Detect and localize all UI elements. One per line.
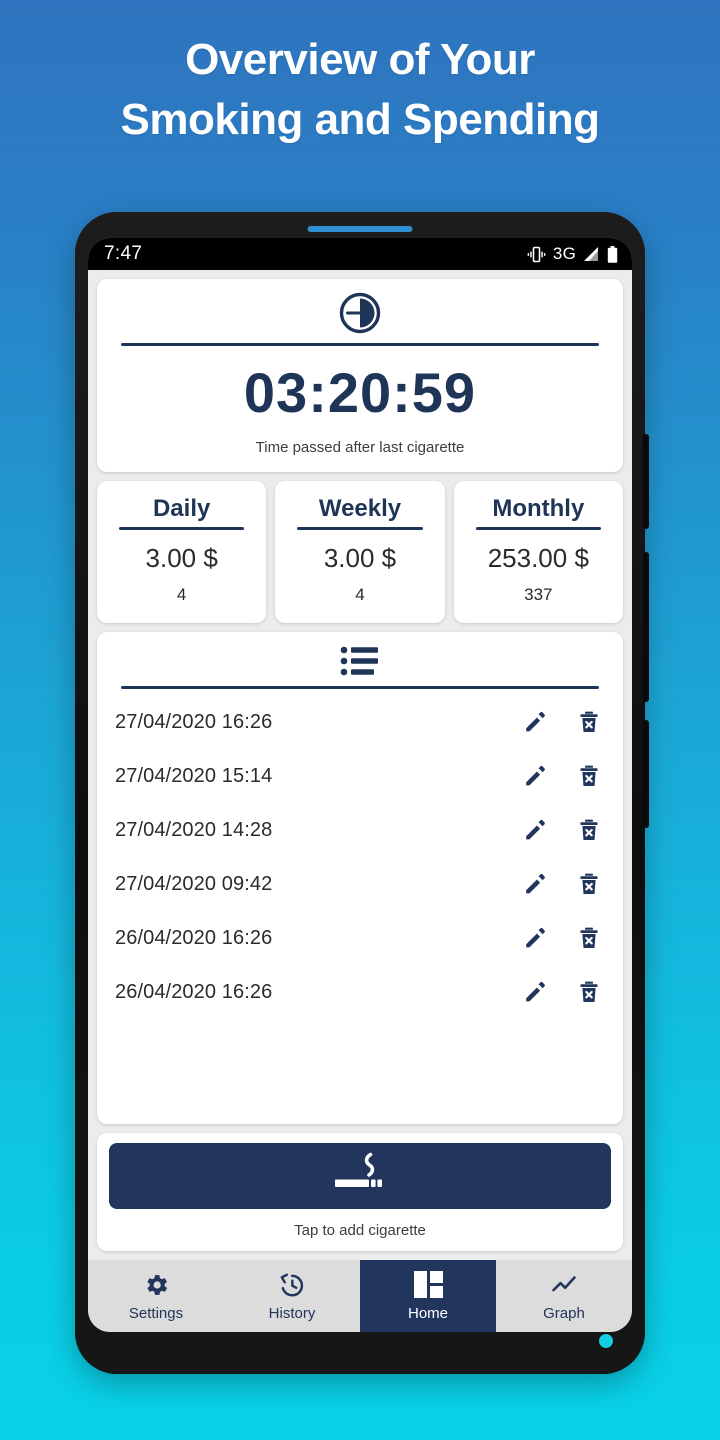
status-bar-indicators: 3G — [527, 244, 618, 264]
stat-amount-monthly: 253.00 $ — [487, 543, 589, 574]
nav-label-home: Home — [407, 1304, 448, 1322]
clock-elapsed-icon — [339, 292, 381, 334]
pencil-icon[interactable] — [523, 818, 547, 842]
timer-card: 03:20:59 Time passed after last cigarett… — [97, 279, 623, 472]
add-cigarette-caption: Tap to add cigarette — [294, 1222, 426, 1239]
list-item[interactable]: 27/04/2020 15:14 — [115, 749, 605, 803]
stat-amount-weekly: 3.00 $ — [323, 543, 397, 574]
trash-x-icon[interactable] — [577, 872, 601, 896]
side-button-power[interactable] — [643, 720, 649, 828]
trash-x-icon[interactable] — [577, 710, 601, 734]
entry-datetime: 27/04/2020 15:14 — [115, 764, 273, 787]
add-cigarette-card: Tap to add cigarette — [97, 1133, 623, 1251]
entry-actions — [523, 872, 605, 896]
entry-actions — [523, 710, 605, 734]
vibrate-icon — [527, 246, 546, 262]
list-icon-row — [115, 644, 605, 686]
stat-divider-daily — [119, 527, 245, 531]
signal-bars-icon — [584, 246, 598, 261]
bulleted-list-icon — [340, 647, 378, 676]
list-item[interactable]: 27/04/2020 16:26 — [115, 695, 605, 749]
phone-screen: 7:47 3G 03:20:59 Time passed after last … — [88, 238, 632, 1332]
stat-card-daily[interactable]: Daily 3.00 $ 4 — [97, 480, 267, 624]
stat-count-weekly: 4 — [355, 585, 365, 605]
cigarette-icon — [335, 1152, 382, 1187]
add-cigarette-button[interactable] — [109, 1143, 611, 1209]
gear-icon — [142, 1271, 170, 1299]
trend-line-icon — [550, 1271, 578, 1299]
page-title: Overview of Your Smoking and Spending — [0, 30, 720, 150]
stat-card-weekly[interactable]: Weekly 3.00 $ 4 — [275, 480, 445, 624]
list-item[interactable]: 26/04/2020 16:26 — [115, 965, 605, 1019]
page-title-line-2: Smoking and Spending — [120, 95, 600, 144]
pencil-icon[interactable] — [523, 872, 547, 896]
trash-x-icon[interactable] — [577, 764, 601, 788]
trash-x-icon[interactable] — [577, 926, 601, 950]
app-content: 03:20:59 Time passed after last cigarett… — [88, 270, 632, 1260]
entry-datetime: 26/04/2020 16:26 — [115, 980, 273, 1003]
stat-title-monthly: Monthly — [492, 494, 585, 522]
entry-actions — [523, 818, 605, 842]
side-button-volume-up[interactable] — [643, 434, 649, 529]
pencil-icon[interactable] — [523, 764, 547, 788]
timer-divider — [121, 343, 599, 346]
timer-icon-row — [115, 291, 605, 343]
bottom-navigation: Settings History Home Graph — [88, 1260, 632, 1332]
page-title-line-1: Overview of Your — [185, 35, 535, 84]
entry-datetime: 27/04/2020 14:28 — [115, 818, 273, 841]
entry-datetime: 27/04/2020 09:42 — [115, 872, 273, 895]
list-item[interactable]: 26/04/2020 16:26 — [115, 911, 605, 965]
nav-label-history: History — [268, 1304, 316, 1322]
stat-amount-daily: 3.00 $ — [145, 543, 218, 574]
trash-x-icon[interactable] — [577, 980, 601, 1004]
entries-card: 27/04/2020 16:26 27/04/2020 15:14 27/04/… — [97, 632, 623, 1124]
history-icon — [278, 1271, 306, 1299]
phone-mockup: 7:47 3G 03:20:59 Time passed after last … — [75, 212, 649, 1374]
stat-title-daily: Daily — [152, 494, 211, 522]
nav-item-settings[interactable]: Settings — [88, 1260, 224, 1332]
pencil-icon[interactable] — [523, 926, 547, 950]
list-item[interactable]: 27/04/2020 14:28 — [115, 803, 605, 857]
timer-caption: Time passed after last cigarette — [255, 438, 465, 456]
pencil-icon[interactable] — [523, 710, 547, 734]
network-type-label: 3G — [552, 244, 576, 263]
list-item[interactable]: 27/04/2020 09:42 — [115, 857, 605, 911]
status-bar: 7:47 3G — [88, 238, 632, 270]
side-button-volume-down[interactable] — [643, 552, 649, 702]
pencil-icon[interactable] — [523, 980, 547, 1004]
stat-divider-weekly — [297, 527, 423, 531]
entry-actions — [523, 980, 605, 1004]
nav-item-home[interactable]: Home — [360, 1260, 496, 1332]
nav-label-settings: Settings — [128, 1304, 184, 1322]
entry-datetime: 26/04/2020 16:26 — [115, 926, 273, 949]
stat-card-monthly[interactable]: Monthly 253.00 $ 337 — [453, 480, 623, 624]
battery-full-icon — [607, 245, 618, 263]
nav-item-history[interactable]: History — [224, 1260, 360, 1332]
entry-actions — [523, 764, 605, 788]
timer-value: 03:20:59 — [243, 361, 477, 424]
entry-datetime: 27/04/2020 16:26 — [115, 710, 273, 733]
nav-label-graph: Graph — [543, 1304, 585, 1322]
entries-list[interactable]: 27/04/2020 16:26 27/04/2020 15:14 27/04/… — [115, 689, 605, 1124]
nav-item-graph[interactable]: Graph — [496, 1260, 632, 1332]
earpiece-speaker — [307, 226, 413, 232]
entry-actions — [523, 926, 605, 950]
status-bar-clock: 7:47 — [104, 243, 143, 264]
stat-divider-monthly — [475, 527, 601, 531]
dashboard-icon — [413, 1271, 443, 1299]
camera-dot — [599, 1334, 613, 1348]
stats-row: Daily 3.00 $ 4 Weekly 3.00 $ 4 Monthly 2… — [97, 480, 623, 624]
stat-count-monthly: 337 — [524, 585, 553, 605]
trash-x-icon[interactable] — [577, 818, 601, 842]
stat-title-weekly: Weekly — [318, 494, 402, 522]
stat-count-daily: 4 — [176, 585, 187, 605]
